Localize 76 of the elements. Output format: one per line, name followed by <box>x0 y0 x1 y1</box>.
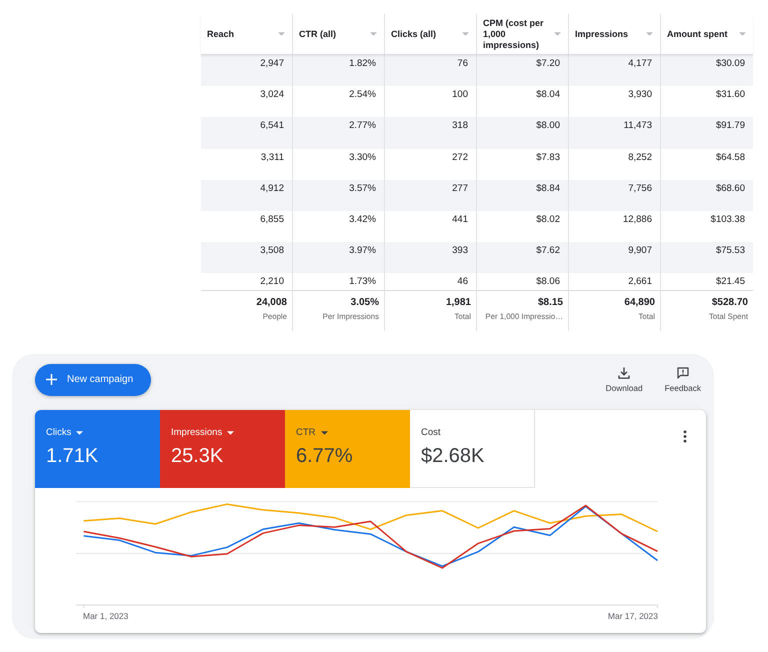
total-value: $528.70 <box>712 296 748 309</box>
table-cell: 3.30% <box>293 148 385 180</box>
metric-tile[interactable]: CTR 6.77% <box>285 410 410 488</box>
table-cell: 3.97% <box>293 242 385 274</box>
total-value: 24,008 <box>256 296 287 309</box>
new-campaign-button[interactable]: New campaign <box>35 364 151 396</box>
table-cell: 6,541 <box>201 117 293 149</box>
caret-icon <box>227 430 234 435</box>
metric-value: 25.3K <box>171 444 224 468</box>
metric-dropdown[interactable]: Clicks <box>46 426 84 439</box>
axis-label: Mar 17, 2023 <box>608 610 658 622</box>
table-cell: 2,947 <box>201 55 293 86</box>
table-cell: $7.62 <box>477 242 569 274</box>
table-cell: $8.04 <box>477 86 569 118</box>
caret-icon <box>76 430 84 435</box>
caret-icon <box>554 32 561 36</box>
table-cell: 3,311 <box>201 148 293 180</box>
table-cell: 8,252 <box>569 148 661 180</box>
table-cell: 7,756 <box>569 180 661 211</box>
plus-icon <box>46 374 57 386</box>
table-cell: 2.54% <box>293 86 385 118</box>
caret-icon <box>739 32 746 36</box>
table-cell: 76 <box>385 55 477 86</box>
table-cell: 9,907 <box>569 242 661 274</box>
column-header[interactable]: Reach <box>201 14 293 54</box>
metric-value: $2.68K <box>421 444 484 468</box>
download-button[interactable]: Download <box>606 366 643 393</box>
table-cell: $68.60 <box>661 180 753 211</box>
caret-icon <box>320 430 328 435</box>
table-cell: $7.20 <box>477 55 569 86</box>
column-header[interactable]: Clicks (all) <box>385 14 477 54</box>
axis-label: Mar 1, 2023 <box>83 610 128 622</box>
metric-tile[interactable]: Clicks 1.71K <box>35 410 160 488</box>
table-cell: 1.82% <box>293 55 385 86</box>
total-value: $8.15 <box>538 296 563 309</box>
table-cell: $8.00 <box>477 117 569 149</box>
more-options-icon[interactable] <box>683 430 687 443</box>
metric-dropdown[interactable]: CTR <box>296 426 328 439</box>
table-cell: 2.77% <box>293 117 385 149</box>
table-cell: 3.57% <box>293 180 385 211</box>
metric-tile[interactable]: Cost $2.68K <box>410 410 535 488</box>
total-value: 1,981 <box>446 296 471 309</box>
caret-icon <box>370 32 377 36</box>
column-header[interactable]: CPM (cost per 1,000 impressions) <box>477 14 569 54</box>
metric-dropdown[interactable]: Impressions <box>171 426 234 439</box>
table-cell: 4,912 <box>201 180 293 211</box>
caret-icon <box>278 32 285 36</box>
column-header[interactable]: Impressions <box>569 14 661 54</box>
table-cell: 318 <box>385 117 477 149</box>
table-cell: $7.83 <box>477 148 569 180</box>
table-cell: 4,177 <box>569 55 661 86</box>
caret-icon <box>462 32 469 36</box>
feedback-icon <box>676 366 689 379</box>
table-cell: 3,930 <box>569 86 661 118</box>
table-cell: 11,473 <box>569 117 661 149</box>
table-cell: $75.53 <box>661 242 753 274</box>
table-cell: $30.09 <box>661 55 753 86</box>
metric-value: 6.77% <box>296 444 353 468</box>
total-value: 64,890 <box>624 296 655 309</box>
table-cell: $8.84 <box>477 180 569 211</box>
metric-tile[interactable]: Impressions 25.3K <box>160 410 285 488</box>
table-cell: 277 <box>385 180 477 211</box>
table-cell: 100 <box>385 86 477 118</box>
column-header[interactable]: CTR (all) <box>293 14 385 54</box>
feedback-button[interactable]: Feedback <box>664 366 701 393</box>
table-cell: 272 <box>385 148 477 180</box>
column-header[interactable]: Amount spent <box>661 14 753 54</box>
table-cell: 3,508 <box>201 242 293 274</box>
caret-icon <box>646 32 653 36</box>
total-value: 3.05% <box>350 296 379 309</box>
download-icon <box>618 366 630 379</box>
metric-dropdown[interactable]: Cost <box>421 426 441 439</box>
table-cell: 3,024 <box>201 86 293 118</box>
metric-value: 1.71K <box>46 444 98 468</box>
table-cell: $91.79 <box>661 117 753 149</box>
table-cell: 393 <box>385 242 477 274</box>
